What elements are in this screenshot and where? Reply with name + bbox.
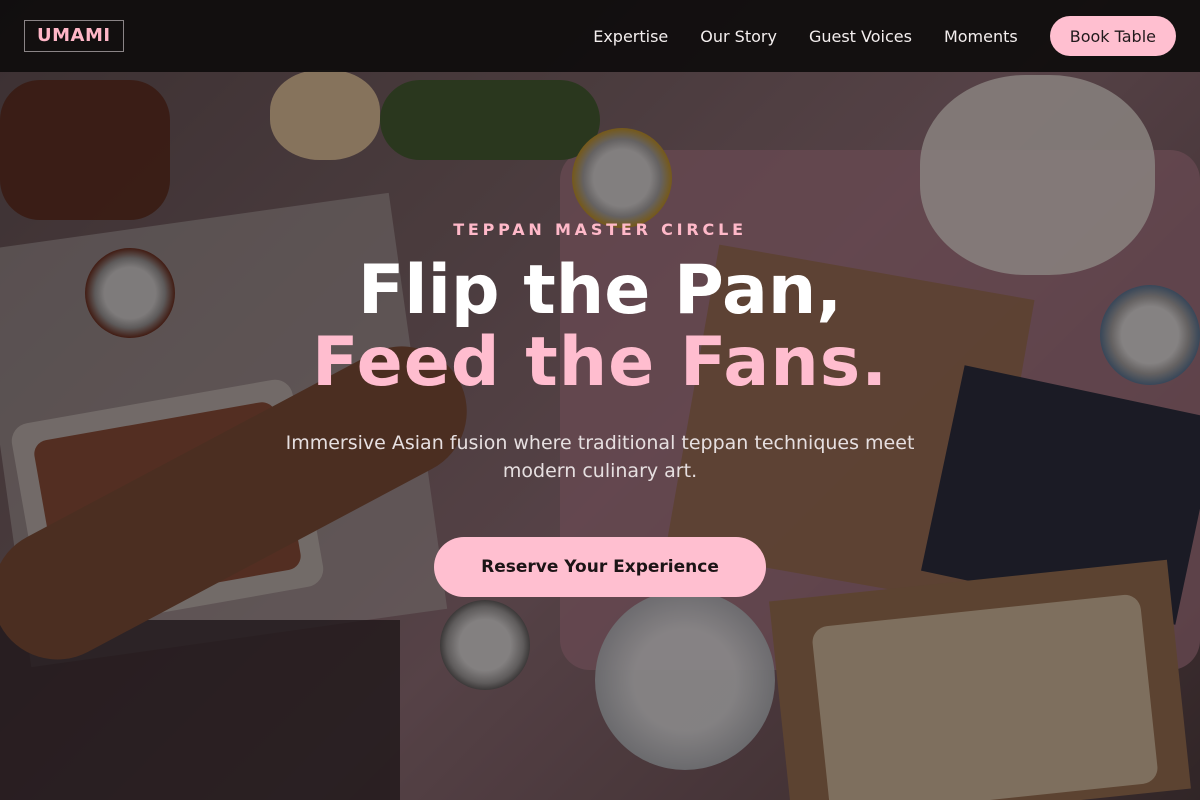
headline-line-1: Flip the Pan,	[357, 251, 843, 330]
headline-line-2: Feed the Fans.	[311, 323, 889, 402]
hero-section: TEPPAN MASTER CIRCLE Flip the Pan, Feed …	[0, 72, 1200, 800]
brand-logo[interactable]: UMAMI	[24, 20, 124, 52]
nav-link-expertise[interactable]: Expertise	[593, 27, 668, 46]
hero-eyebrow: TEPPAN MASTER CIRCLE	[453, 220, 747, 239]
nav-link-our-story[interactable]: Our Story	[700, 27, 777, 46]
book-table-button[interactable]: Book Table	[1049, 16, 1176, 56]
nav-link-moments[interactable]: Moments	[944, 27, 1018, 46]
nav-link-guest-voices[interactable]: Guest Voices	[809, 27, 912, 46]
nav-menu: Expertise Our Story Guest Voices Moments…	[593, 16, 1176, 56]
hero-subtitle: Immersive Asian fusion where traditional…	[285, 432, 915, 482]
reserve-experience-button[interactable]: Reserve Your Experience	[434, 537, 766, 597]
hero-headline: Flip the Pan, Feed the Fans.	[312, 255, 888, 399]
top-navbar: UMAMI Expertise Our Story Guest Voices M…	[0, 0, 1200, 72]
